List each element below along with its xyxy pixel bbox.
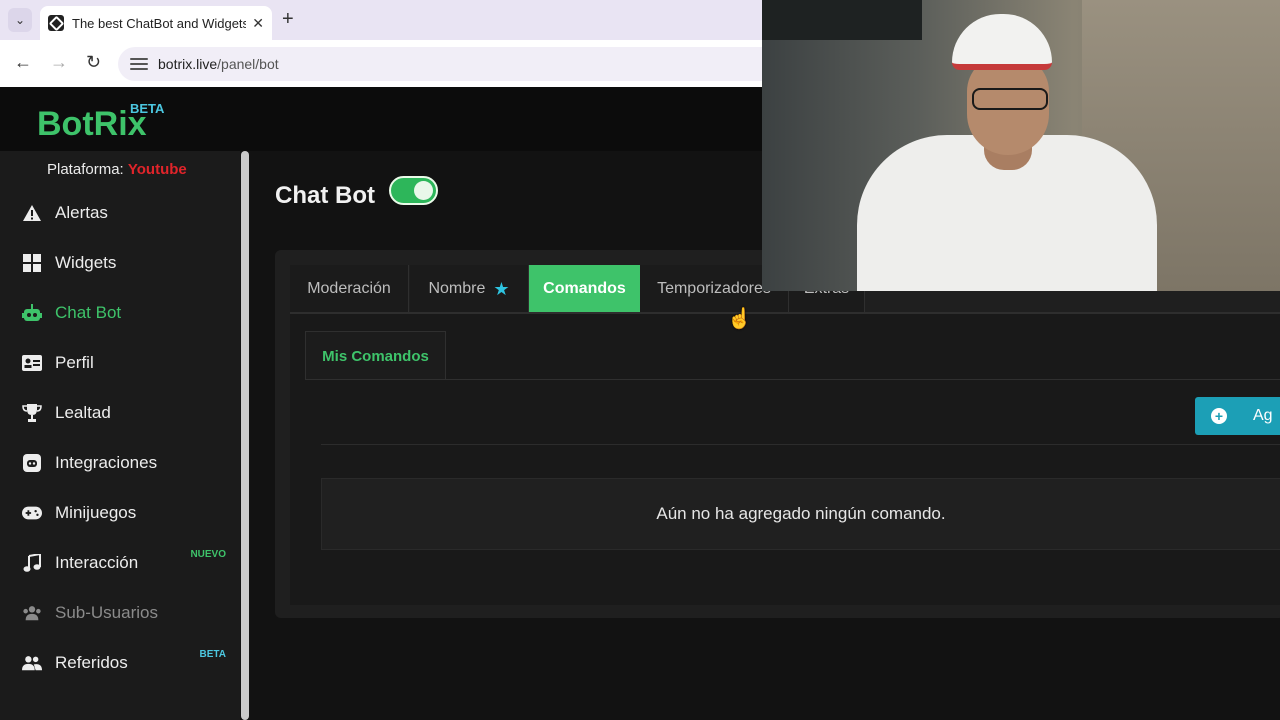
sidebar-item-lealtad[interactable]: Lealtad bbox=[0, 393, 240, 433]
sidebar-item-integraciones[interactable]: Integraciones bbox=[0, 443, 240, 483]
page-title: Chat Bot bbox=[275, 182, 375, 209]
star-icon: ★ bbox=[493, 278, 510, 299]
url-text: botrix.live/panel/bot bbox=[158, 56, 279, 72]
trophy-icon bbox=[22, 403, 42, 423]
browser-tab-title: The best ChatBot and Widgets bbox=[72, 15, 247, 31]
platform-indicator: Plataforma: Youtube bbox=[47, 161, 187, 178]
chat-bot-toggle[interactable] bbox=[389, 176, 438, 205]
sidebar-item-label: Lealtad bbox=[55, 403, 111, 422]
subtab-divider bbox=[305, 379, 1280, 380]
sidebar-scrollbar[interactable] bbox=[241, 151, 249, 720]
sidebar-item-label: Integraciones bbox=[55, 453, 158, 472]
sidebar-item-alertas[interactable]: Alertas bbox=[0, 193, 240, 233]
add-command-button[interactable]: + Ag bbox=[1195, 397, 1280, 435]
sidebar-item-label: Chat Bot bbox=[55, 303, 122, 322]
sidebar-item-label: Sub-Usuarios bbox=[55, 603, 158, 622]
tab-comandos[interactable]: Comandos bbox=[529, 265, 640, 313]
sidebar-item-label: Perfil bbox=[55, 353, 94, 372]
sidebar-item-label: Referidos bbox=[55, 653, 128, 672]
sidebar-item-widgets[interactable]: Widgets bbox=[0, 243, 240, 283]
reload-icon[interactable]: ↻ bbox=[86, 52, 101, 73]
sidebar-item-label: Alertas bbox=[55, 203, 108, 222]
botrix-favicon-icon bbox=[48, 15, 64, 31]
new-badge: NUEVO bbox=[190, 549, 226, 560]
sidebar-item-chat-bot[interactable]: Chat Bot bbox=[0, 293, 240, 333]
tab-mis-comandos[interactable]: Mis Comandos bbox=[305, 331, 446, 380]
webcam-overlay bbox=[762, 0, 1280, 291]
sidebar-item-minijuegos[interactable]: Minijuegos bbox=[0, 493, 240, 533]
close-tab-icon[interactable]: ✕ bbox=[252, 15, 264, 32]
webcam-person-glasses bbox=[972, 88, 1048, 110]
beta-badge: BETA bbox=[199, 649, 226, 660]
plus-circle-icon: + bbox=[1211, 408, 1227, 424]
sidebar-item-perfil[interactable]: Perfil bbox=[0, 343, 240, 383]
browser-tab[interactable]: The best ChatBot and Widgets ✕ bbox=[40, 6, 272, 40]
forward-arrow-icon[interactable]: → bbox=[50, 52, 68, 73]
hand-cursor-icon: ☝ bbox=[727, 308, 752, 330]
sidebar: Plataforma: Youtube Alertas Widgets Chat… bbox=[0, 151, 240, 720]
tab-search-dropdown-icon[interactable]: ⌄ bbox=[8, 8, 32, 32]
sidebar-item-interaccion[interactable]: Interacción NUEVO bbox=[0, 543, 240, 583]
robot-icon bbox=[22, 303, 42, 323]
content-divider bbox=[321, 444, 1280, 445]
warning-icon bbox=[22, 203, 42, 223]
widgets-icon bbox=[22, 253, 42, 273]
gamepad-icon bbox=[22, 503, 42, 523]
tab-moderacion[interactable]: Moderación bbox=[290, 265, 409, 313]
sidebar-item-referidos[interactable]: Referidos BETA bbox=[0, 643, 240, 683]
music-icon bbox=[22, 553, 42, 573]
sidebar-item-label: Minijuegos bbox=[55, 503, 137, 522]
webcam-person-cap bbox=[952, 14, 1052, 70]
users-icon bbox=[22, 603, 42, 623]
add-command-label: Ag bbox=[1253, 407, 1273, 424]
back-arrow-icon[interactable]: ← bbox=[14, 52, 32, 73]
tab-nombre[interactable]: Nombre ★ bbox=[410, 265, 529, 313]
platform-value: Youtube bbox=[127, 161, 187, 178]
user-group-icon bbox=[22, 653, 42, 673]
new-tab-icon[interactable]: + bbox=[282, 8, 294, 31]
logo-beta-badge: BETA bbox=[130, 101, 165, 116]
webcam-background-shelf bbox=[762, 0, 922, 40]
empty-commands-message: Aún no ha agregado ningún comando. bbox=[321, 478, 1280, 550]
sidebar-item-sub-usuarios[interactable]: Sub-Usuarios bbox=[0, 593, 240, 633]
sidebar-item-label: Widgets bbox=[55, 253, 117, 272]
discord-icon bbox=[22, 453, 42, 473]
id-card-icon bbox=[22, 353, 42, 373]
site-settings-icon[interactable] bbox=[130, 55, 148, 73]
sidebar-item-label: Interacción bbox=[55, 553, 139, 572]
